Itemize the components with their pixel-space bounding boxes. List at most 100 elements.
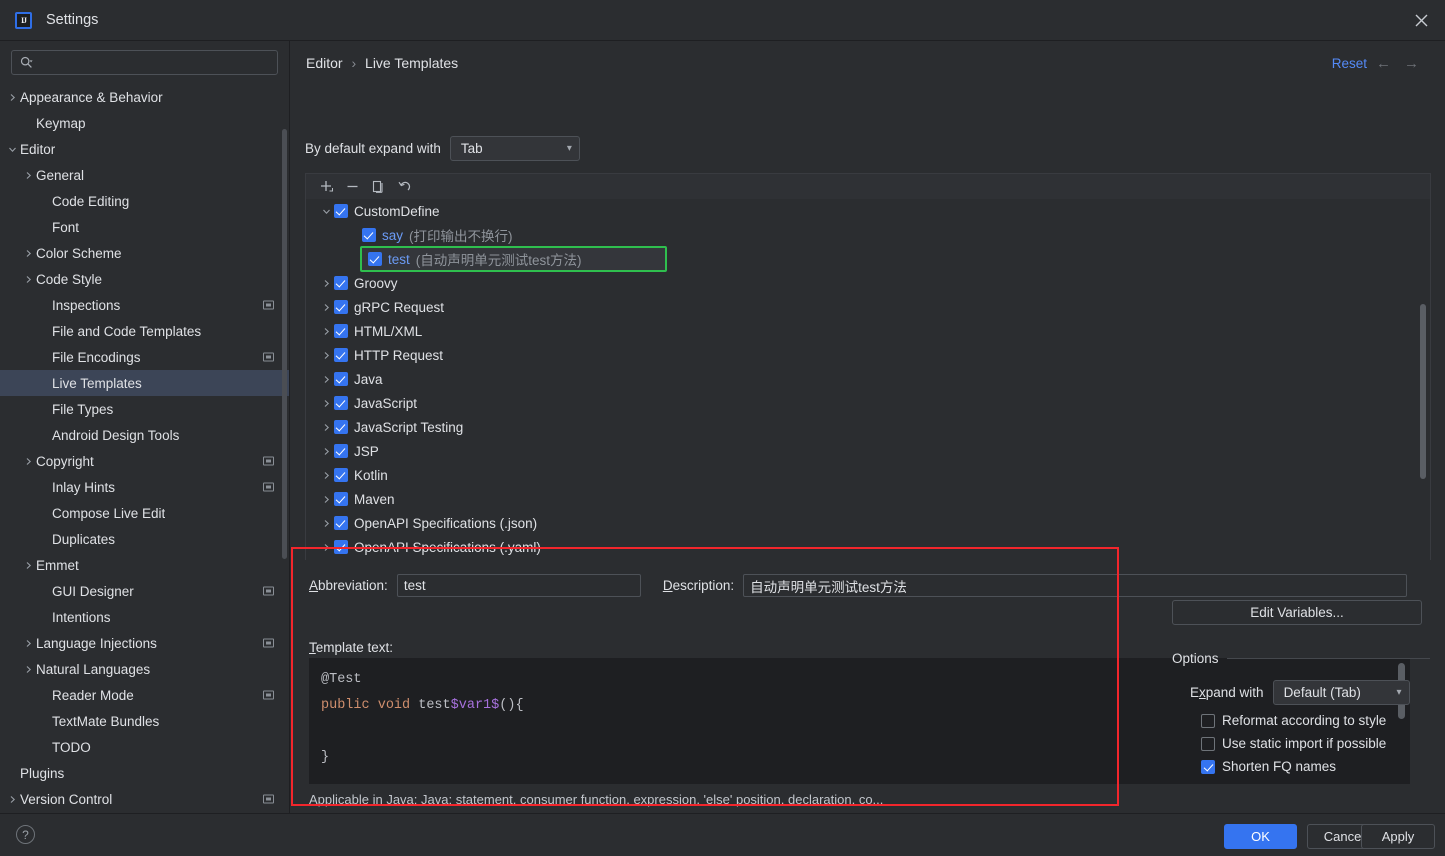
option-reformat-according-to-style[interactable]: Reformat according to style (1172, 713, 1430, 728)
sidebar-item-todo[interactable]: TODO (0, 734, 289, 760)
template-checkbox[interactable] (362, 228, 376, 242)
chevron-right-icon[interactable] (318, 323, 334, 339)
template-row-html-xml[interactable]: HTML/XML (306, 319, 1430, 343)
template-checkbox[interactable] (334, 396, 348, 410)
template-row-javascript-testing[interactable]: JavaScript Testing (306, 415, 1430, 439)
chevron-right-icon[interactable] (318, 419, 334, 435)
add-icon[interactable] (313, 176, 339, 198)
sidebar-item-file-and-code-templates[interactable]: File and Code Templates (0, 318, 289, 344)
template-checkbox[interactable] (334, 492, 348, 506)
revert-icon[interactable] (391, 176, 417, 198)
sidebar-item-version-control[interactable]: Version Control (0, 786, 289, 812)
sidebar-item-reader-mode[interactable]: Reader Mode (0, 682, 289, 708)
sidebar-item-font[interactable]: Font (0, 214, 289, 240)
sidebar-item-gui-designer[interactable]: GUI Designer (0, 578, 289, 604)
template-checkbox[interactable] (334, 516, 348, 530)
sidebar-item-textmate-bundles[interactable]: TextMate Bundles (0, 708, 289, 734)
template-checkbox[interactable] (334, 276, 348, 290)
breadcrumb-root[interactable]: Editor (306, 55, 343, 71)
chevron-right-icon[interactable] (20, 271, 36, 287)
ok-button[interactable]: OK (1224, 824, 1297, 849)
template-checkbox[interactable] (334, 540, 348, 554)
template-row-java[interactable]: Java (306, 367, 1430, 391)
abbreviation-input[interactable] (396, 574, 641, 597)
template-checkbox[interactable] (334, 204, 348, 218)
sidebar-item-file-types[interactable]: File Types (0, 396, 289, 422)
chevron-right-icon[interactable] (20, 635, 36, 651)
sidebar-item-color-scheme[interactable]: Color Scheme (0, 240, 289, 266)
default-expand-select[interactable]: Tab ▾ (449, 136, 580, 161)
sidebar-scrollbar[interactable] (282, 129, 287, 559)
sidebar-item-android-design-tools[interactable]: Android Design Tools (0, 422, 289, 448)
chevron-right-icon[interactable] (4, 791, 20, 807)
remove-icon[interactable] (339, 176, 365, 198)
option-shorten-fq-names[interactable]: Shorten FQ names (1172, 759, 1430, 774)
chevron-right-icon[interactable] (318, 395, 334, 411)
chevron-right-icon[interactable] (318, 275, 334, 291)
sidebar-item-plugins[interactable]: Plugins (0, 760, 289, 786)
chevron-right-icon[interactable] (318, 371, 334, 387)
chevron-right-icon[interactable] (318, 515, 334, 531)
search-box[interactable] (11, 50, 278, 75)
sidebar-item-code-editing[interactable]: Code Editing (0, 188, 289, 214)
sidebar-item-general[interactable]: General (0, 162, 289, 188)
duplicate-icon[interactable] (365, 176, 391, 198)
sidebar-item-inspections[interactable]: Inspections (0, 292, 289, 318)
edit-variables-button[interactable]: Edit Variables... (1172, 600, 1422, 625)
template-checkbox[interactable] (334, 348, 348, 362)
chevron-right-icon[interactable] (20, 167, 36, 183)
sidebar-item-language-injections[interactable]: Language Injections (0, 630, 289, 656)
template-checkbox[interactable] (368, 252, 382, 266)
sidebar-item-live-templates[interactable]: Live Templates (0, 370, 289, 396)
template-checkbox[interactable] (334, 468, 348, 482)
chevron-right-icon[interactable] (318, 467, 334, 483)
template-row-test[interactable]: test (自动声明单元测试test方法) (360, 246, 667, 272)
sidebar-item-emmet[interactable]: Emmet (0, 552, 289, 578)
chevron-down-icon[interactable] (4, 141, 20, 157)
template-row-kotlin[interactable]: Kotlin (306, 463, 1430, 487)
forward-arrow-icon[interactable]: → (1404, 55, 1419, 72)
search-input[interactable] (37, 55, 277, 70)
sidebar-item-intentions[interactable]: Intentions (0, 604, 289, 630)
chevron-down-icon[interactable] (318, 203, 334, 219)
close-icon[interactable] (1397, 0, 1445, 40)
template-row-customdefine[interactable]: CustomDefine (306, 199, 1430, 223)
chevron-right-icon[interactable] (318, 299, 334, 315)
sidebar-item-file-encodings[interactable]: File Encodings (0, 344, 289, 370)
template-checkbox[interactable] (334, 300, 348, 314)
help-icon[interactable]: ? (16, 825, 35, 844)
checkbox[interactable] (1201, 713, 1215, 728)
chevron-right-icon[interactable] (4, 89, 20, 105)
sidebar-item-appearance-behavior[interactable]: Appearance & Behavior (0, 84, 289, 110)
chevron-right-icon[interactable] (318, 491, 334, 507)
checkbox[interactable] (1201, 759, 1215, 774)
chevron-right-icon[interactable] (318, 443, 334, 459)
sidebar-item-natural-languages[interactable]: Natural Languages (0, 656, 289, 682)
sidebar-item-keymap[interactable]: Keymap (0, 110, 289, 136)
chevron-right-icon[interactable] (318, 347, 334, 363)
chevron-right-icon[interactable] (20, 661, 36, 677)
template-row-grpc-request[interactable]: gRPC Request (306, 295, 1430, 319)
template-row-openapi-specifications-json[interactable]: OpenAPI Specifications (.json) (306, 511, 1430, 535)
checkbox[interactable] (1201, 736, 1215, 751)
sidebar-item-code-style[interactable]: Code Style (0, 266, 289, 292)
sidebar-item-editor[interactable]: Editor (0, 136, 289, 162)
option-use-static-import-if-possible[interactable]: Use static import if possible (1172, 736, 1430, 751)
sidebar-item-copyright[interactable]: Copyright (0, 448, 289, 474)
description-input[interactable] (743, 574, 1408, 597)
template-row-say[interactable]: say (打印输出不换行) (306, 223, 1430, 247)
template-row-maven[interactable]: Maven (306, 487, 1430, 511)
chevron-right-icon[interactable] (318, 539, 334, 555)
template-row-javascript[interactable]: JavaScript (306, 391, 1430, 415)
reset-button[interactable]: Reset (1332, 56, 1367, 71)
template-checkbox[interactable] (334, 372, 348, 386)
chevron-right-icon[interactable] (20, 453, 36, 469)
template-row-jsp[interactable]: JSP (306, 439, 1430, 463)
template-row-http-request[interactable]: HTTP Request (306, 343, 1430, 367)
template-checkbox[interactable] (334, 420, 348, 434)
sidebar-item-inlay-hints[interactable]: Inlay Hints (0, 474, 289, 500)
template-checkbox[interactable] (334, 324, 348, 338)
apply-button[interactable]: Apply (1361, 824, 1435, 849)
sidebar-item-compose-live-edit[interactable]: Compose Live Edit (0, 500, 289, 526)
chevron-right-icon[interactable] (20, 557, 36, 573)
